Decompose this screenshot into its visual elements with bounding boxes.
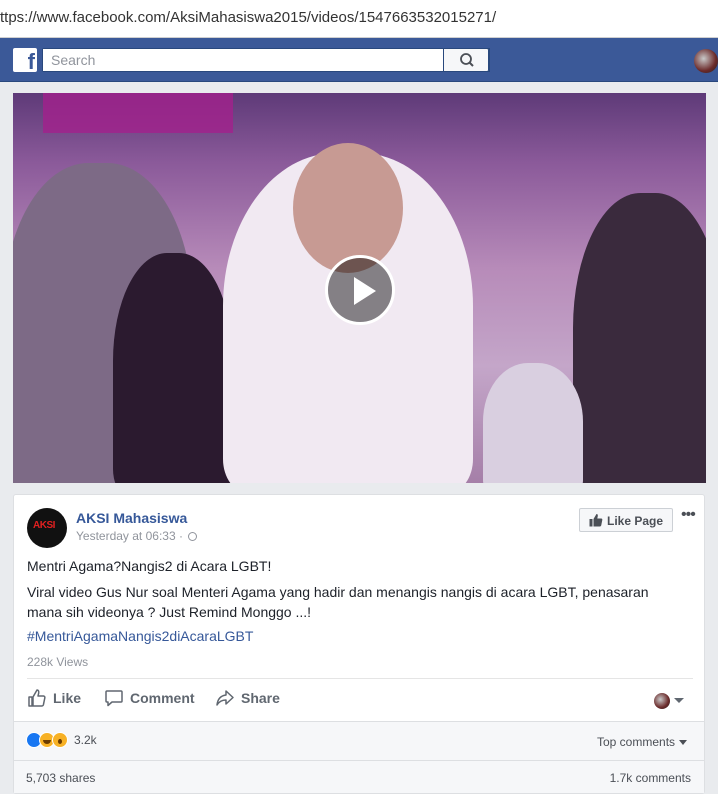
comment-button[interactable]: Comment [104,688,195,708]
search-button[interactable] [443,48,489,72]
wow-icon [52,732,68,748]
share-icon [216,690,234,706]
comment-sort-label: Top comments [597,735,676,749]
thumbs-up-icon [589,514,603,527]
like-label: Like [53,690,82,706]
reactions-summary[interactable]: 3.2k [26,732,97,748]
thumbs-up-icon [28,689,46,707]
chevron-down-icon[interactable] [674,698,684,703]
post-title: Mentri Agama?Nangis2 di Acara LGBT! [27,558,272,574]
post-body: Viral video Gus Nur soal Menteri Agama y… [27,584,649,620]
comments-count[interactable]: 1.7k comments [610,771,691,785]
timestamp-text[interactable]: Yesterday at 06:33 [76,529,176,543]
shares-count[interactable]: 5,703 shares [26,771,95,785]
video-person [483,363,583,483]
video-background-banner [43,93,233,133]
post-as-avatar[interactable] [654,693,670,709]
comment-label: Comment [130,690,195,706]
facebook-logo[interactable]: f [13,48,37,74]
comment-icon [105,690,123,707]
search-input[interactable] [43,49,443,71]
like-page-label: Like Page [607,514,664,528]
more-options-icon[interactable]: ••• [681,506,696,524]
hashtag-link[interactable]: #MentriAgamaNangis2diAcaraLGBT [27,626,253,646]
page-name-link[interactable]: AKSI Mahasiswa [76,510,187,526]
search-box[interactable] [42,48,490,72]
facebook-header: f [0,38,718,82]
share-button[interactable]: Share [215,688,280,708]
view-count: 228k Views [27,655,89,669]
search-icon [460,53,474,67]
post-card: AKSI AKSI Mahasiswa Yesterday at 06:33 ·… [13,494,705,794]
browser-url-bar[interactable]: ttps://www.facebook.com/AksiMahasiswa201… [0,0,718,38]
post-timestamp[interactable]: Yesterday at 06:33 · [76,529,198,543]
divider [14,760,704,761]
post-footer: 3.2k Top comments 5,703 shares 1.7k comm… [14,721,704,793]
chevron-down-icon [679,740,688,745]
like-page-button[interactable]: Like Page [579,508,673,532]
play-button[interactable] [325,255,395,325]
video-person [113,253,233,483]
like-button[interactable]: Like [27,688,81,708]
comment-sort-dropdown[interactable]: Top comments [597,735,688,749]
divider [27,678,693,679]
share-label: Share [241,690,280,706]
globe-icon [188,532,198,541]
page-avatar[interactable]: AKSI [27,508,67,548]
video-person [293,143,403,273]
user-avatar[interactable] [694,49,718,73]
video-player[interactable] [13,93,706,483]
video-person [573,193,706,483]
url-text[interactable]: ttps://www.facebook.com/AksiMahasiswa201… [0,9,496,26]
reactions-count[interactable]: 3.2k [74,733,97,747]
